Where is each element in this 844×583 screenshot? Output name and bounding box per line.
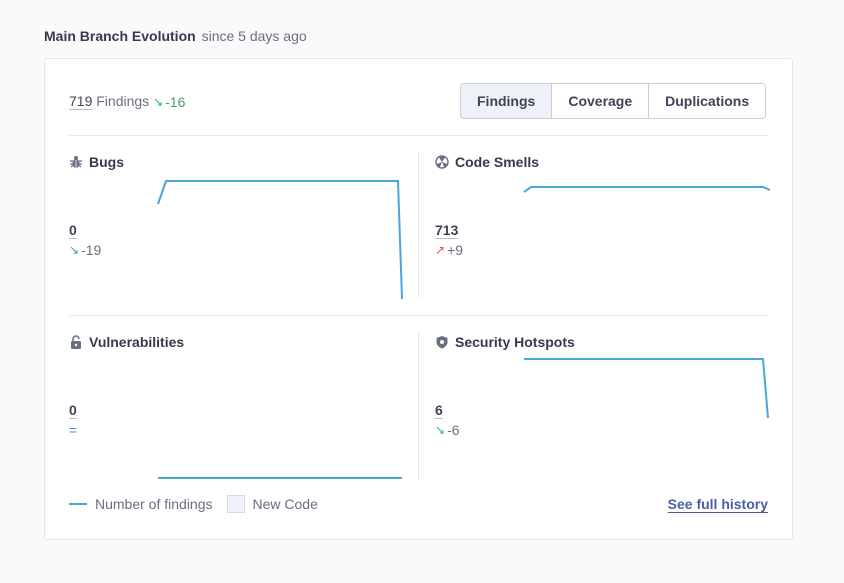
panel-code-smells: Code Smells 713 ↗ +9 [435, 154, 785, 318]
lock-icon [69, 335, 83, 349]
panel-title-text: Code Smells [455, 154, 540, 170]
findings-delta: ↘ -16 [153, 94, 185, 110]
panel-title: Security Hotspots [435, 334, 575, 350]
tab-coverage[interactable]: Coverage [551, 84, 649, 118]
panel-title: Code Smells [435, 154, 539, 170]
metric-tabs: Findings Coverage Duplications [460, 83, 767, 119]
panel-title: Vulnerabilities [69, 334, 184, 350]
divider [69, 135, 768, 136]
panel-bugs: Bugs 0 ↘ -19 [69, 154, 419, 318]
bugs-value[interactable]: 0 [69, 222, 77, 238]
vulnerabilities-sparkline [158, 477, 402, 479]
section-heading: Main Branch Evolution since 5 days ago [44, 28, 307, 44]
hotspots-value[interactable]: 6 [435, 402, 443, 418]
code-smells-delta-value: +9 [447, 242, 464, 258]
vulnerabilities-delta: = [69, 422, 77, 440]
trend-down-icon: ↘ [153, 95, 164, 109]
shield-icon [435, 335, 449, 349]
code-smells-value[interactable]: 713 [435, 222, 458, 238]
code-smell-icon [435, 155, 449, 169]
hotspots-sparkline [524, 358, 769, 419]
panel-vulnerabilities: Vulnerabilities 0 = [69, 334, 419, 498]
see-full-history-link[interactable]: See full history [668, 496, 768, 512]
bugs-sparkline [157, 180, 403, 300]
vulnerabilities-value[interactable]: 0 [69, 402, 77, 418]
tab-duplications[interactable]: Duplications [648, 84, 766, 118]
bug-icon [69, 155, 83, 169]
evolution-card: 719 Findings ↘ -16 Findings Coverage Dup… [44, 58, 793, 540]
trend-down-icon: ↘ [69, 243, 80, 257]
legend-line-swatch [69, 503, 87, 505]
bugs-delta-value: -19 [81, 242, 102, 258]
findings-summary: 719 Findings ↘ -16 [69, 93, 185, 110]
hotspots-delta: ↘ -6 [435, 422, 460, 438]
legend-findings-label: Number of findings [95, 496, 213, 512]
panel-title-text: Vulnerabilities [89, 334, 185, 350]
panel-title: Bugs [69, 154, 124, 170]
vulnerabilities-delta-value: = [69, 422, 78, 438]
section-since: since 5 days ago [201, 28, 307, 44]
findings-count[interactable]: 719 [69, 93, 92, 109]
findings-label: Findings [96, 93, 150, 109]
trend-up-icon: ↗ [435, 243, 446, 257]
panel-security-hotspots: Security Hotspots 6 ↘ -6 [435, 334, 785, 498]
trend-down-icon: ↘ [435, 423, 446, 437]
panel-title-text: Bugs [89, 154, 124, 170]
legend-new-code-swatch [226, 495, 245, 513]
tab-findings[interactable]: Findings [461, 84, 552, 118]
findings-delta-value: -16 [165, 94, 186, 110]
section-title: Main Branch Evolution [44, 28, 196, 44]
legend-new-code-label: New Code [252, 496, 318, 512]
hotspots-delta-value: -6 [447, 422, 460, 438]
panel-title-text: Security Hotspots [455, 334, 575, 350]
code-smells-sparkline [523, 186, 771, 193]
chart-legend: Number of findings New Code [69, 495, 318, 513]
bugs-delta: ↘ -19 [69, 242, 101, 258]
code-smells-delta: ↗ +9 [435, 242, 463, 258]
